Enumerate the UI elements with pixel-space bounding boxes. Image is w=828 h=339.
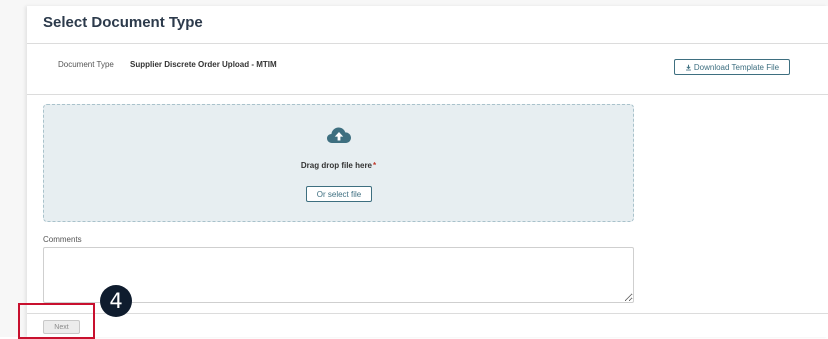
download-template-label: Download Template File xyxy=(693,62,780,72)
page-title: Select Document Type xyxy=(43,14,203,31)
document-type-label: Document Type xyxy=(58,60,114,69)
comments-textarea[interactable] xyxy=(43,247,634,303)
next-button[interactable]: Next xyxy=(43,320,80,334)
cloud-upload-icon xyxy=(327,127,351,143)
download-template-button[interactable]: Download Template File xyxy=(674,59,790,75)
drop-text: Drag drop file here xyxy=(300,161,372,170)
document-type-value: Supplier Discrete Order Upload - MTIM xyxy=(130,60,277,69)
comments-label: Comments xyxy=(43,235,82,244)
select-file-button[interactable]: Or select file xyxy=(306,186,372,202)
required-marker: * xyxy=(373,161,377,170)
footer-divider xyxy=(27,313,828,314)
header-divider xyxy=(27,43,828,44)
download-icon xyxy=(685,64,691,70)
step-number-badge: 4 xyxy=(100,285,132,317)
section-divider xyxy=(27,94,828,95)
